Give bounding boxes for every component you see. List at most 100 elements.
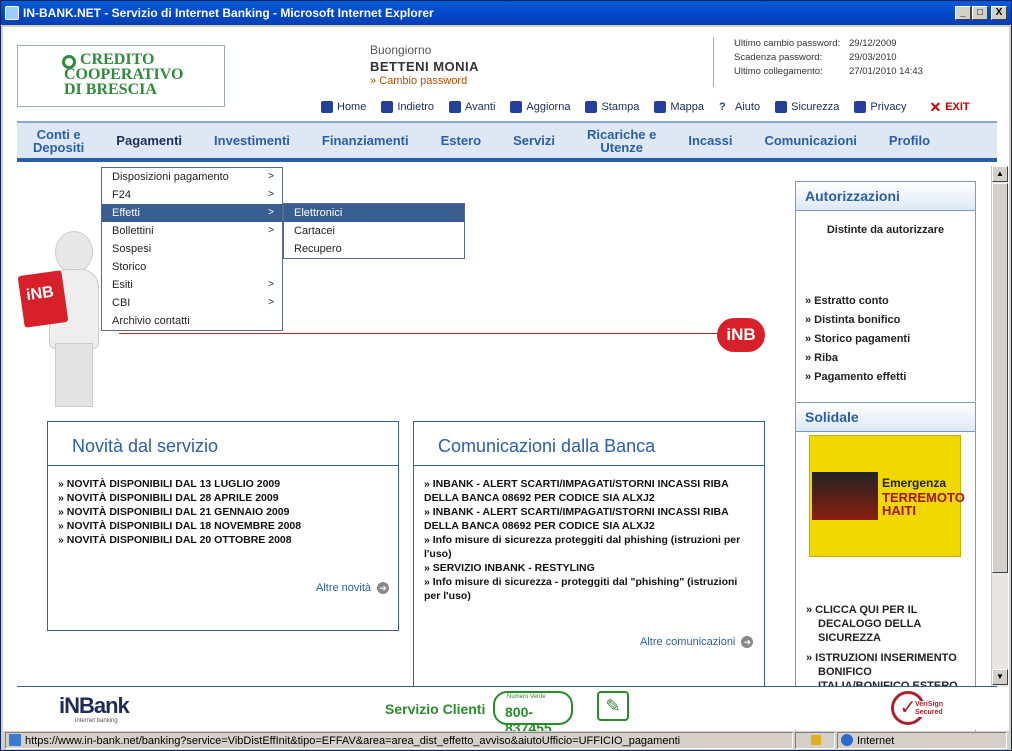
news-item[interactable]: » NOVITÀ DISPONIBILI DAL 20 OTTOBRE 2008 (58, 533, 398, 547)
forward-link[interactable]: Avanti (449, 101, 495, 113)
solidale-title: Solidale (796, 403, 975, 432)
menu-ricariche[interactable]: Ricariche e Utenze (571, 128, 672, 154)
link-estratto-conto[interactable]: » Estratto conto (796, 292, 975, 311)
forward-label: Avanti (465, 101, 496, 113)
vertical-scrollbar[interactable]: ▲ ▼ (991, 166, 1008, 687)
exit-label: EXIT (945, 101, 970, 113)
communication-item[interactable]: » SERVIZIO INBANK - RESTYLING (424, 561, 754, 575)
news-item[interactable]: » NOVITÀ DISPONIBILI DAL 18 NOVEMBRE 200… (58, 519, 398, 533)
help-icon: ? (719, 101, 726, 113)
logo-line-1: CREDITO (80, 51, 155, 68)
print-link[interactable]: Stampa (585, 101, 639, 113)
communication-item[interactable]: » INBANK - ALERT SCARTI/IMPAGATI/STORNI … (424, 505, 754, 533)
submenu-item[interactable]: Recupero (284, 240, 464, 258)
page-footer: iNBank internet banking Servizio Clienti… (17, 686, 997, 731)
news-item[interactable]: » NOVITÀ DISPONIBILI DAL 13 LUGLIO 2009 (58, 477, 398, 491)
back-arrow-icon (381, 101, 394, 113)
dropdown-item[interactable]: Storico (102, 258, 282, 276)
contact-form-icon[interactable]: ✎ (597, 691, 629, 721)
dropdown-item[interactable]: Bollettini > (102, 222, 282, 240)
user-name: BETTENI MONIA (370, 59, 480, 74)
menu-pagamenti[interactable]: Pagamenti (100, 134, 198, 147)
browser-window: IN-BANK.NET - Servizio di Internet Banki… (0, 0, 1012, 751)
dropdown-label: Effetti (112, 207, 140, 219)
home-label: Home (337, 101, 367, 113)
maximize-button[interactable]: □ (972, 6, 988, 20)
pagamenti-dropdown: Disposizioni pagamento > F24 > Effetti > Bo… (101, 167, 283, 331)
dropdown-item[interactable]: Sospesi (102, 240, 282, 258)
main-menu: Conti e Depositi Pagamenti Investimenti F… (17, 121, 997, 162)
news-item[interactable]: » NOVITÀ DISPONIBILI DAL 28 APRILE 2009 (58, 491, 398, 505)
link-security-decalogue[interactable]: » CLICCA QUI PER IL DECALOGO DELLA SICUR… (796, 603, 966, 645)
communication-item[interactable]: » Info misure di sicurezza proteggiti da… (424, 533, 754, 561)
security-label: Sicurezza (791, 101, 840, 113)
change-password-link[interactable]: » Cambio password (370, 75, 479, 87)
more-news-link[interactable]: Altre novità ➜ (316, 582, 390, 594)
dropdown-label: CBI (112, 297, 131, 309)
bank-logo[interactable]: CREDITO COOPERATIVO DI BRESCIA (17, 45, 225, 107)
haiti-banner[interactable]: Emergenza TERREMOTO HAITI (809, 435, 965, 557)
status-url: https://www.in-bank.net/banking?service=… (5, 732, 793, 749)
dropdown-item[interactable]: CBI > (102, 294, 282, 312)
minimize-button[interactable]: _ (955, 6, 971, 20)
menu-incassi[interactable]: Incassi (672, 134, 748, 147)
verisign-seal[interactable]: ✓ VeriSign Secured (891, 691, 951, 725)
dropdown-item-selected[interactable]: Effetti > (102, 204, 282, 222)
communications-title: Comunicazioni dalla Banca (414, 422, 764, 466)
help-link[interactable]: ? Aiuto (719, 101, 760, 113)
close-button[interactable]: X (991, 6, 1007, 20)
menu-label: Conti e (36, 126, 81, 142)
link-riba[interactable]: » Riba (796, 349, 975, 368)
news-item[interactable]: » NOVITÀ DISPONIBILI DAL 21 GENNAIO 2009 (58, 505, 398, 519)
verisign-label: VeriSign Secured (915, 701, 951, 717)
back-label: Indietro (397, 101, 435, 113)
chevron-right-icon: > (268, 297, 274, 308)
status-lock (795, 732, 835, 749)
map-link[interactable]: Mappa (654, 101, 704, 113)
forward-arrow-icon (449, 101, 462, 113)
communication-item[interactable]: » Info misure di sicurezza - proteggiti … (424, 575, 754, 603)
menu-finanziamenti[interactable]: Finanziamenti (306, 134, 425, 147)
exit-link[interactable]: ✕ EXIT (929, 100, 970, 114)
menu-profilo[interactable]: Profilo (873, 134, 946, 147)
status-zone-text: Internet (857, 735, 895, 747)
dropdown-label: Storico (112, 261, 147, 273)
menu-investimenti[interactable]: Investimenti (198, 134, 306, 147)
dropdown-item[interactable]: Archivio contatti (102, 312, 282, 330)
scroll-thumb[interactable] (992, 183, 1008, 573)
privacy-icon (854, 101, 867, 113)
more-communications-link[interactable]: Altre comunicazioni ➜ (640, 636, 754, 648)
more-communications-label: Altre comunicazioni (640, 636, 736, 648)
submenu-label: Cartacei (294, 225, 335, 237)
last-pw-change-value: 29/12/2009 (849, 38, 897, 49)
printer-icon (585, 101, 598, 113)
submenu-item[interactable]: Cartacei (284, 222, 464, 240)
submenu-item-selected[interactable]: Elettronici (284, 204, 464, 222)
dropdown-item[interactable]: Esiti > (102, 276, 282, 294)
privacy-link[interactable]: Privacy (854, 101, 906, 113)
link-storico-pagamenti[interactable]: » Storico pagamenti (796, 330, 975, 349)
home-icon (321, 101, 333, 113)
refresh-link[interactable]: Aggiorna (510, 101, 570, 113)
menu-estero[interactable]: Estero (425, 134, 497, 147)
banner-line-2: TERREMOTO HAITI (882, 490, 965, 518)
menu-label: Depositi (33, 139, 85, 155)
back-link[interactable]: Indietro (381, 101, 434, 113)
link-distinta-bonifico[interactable]: » Distinta bonifico (796, 311, 975, 330)
greeting: Buongiorno BETTENI MONIA » Cambio passwo… (370, 43, 479, 87)
phone-badge[interactable]: Numero Verde 800-837455 (493, 691, 573, 731)
scroll-down-icon[interactable]: ▼ (992, 669, 1008, 685)
dropdown-item[interactable]: Disposizioni pagamento > (102, 168, 282, 186)
link-pagamento-effetti[interactable]: » Pagamento effetti (796, 368, 975, 387)
dropdown-item[interactable]: F24 > (102, 186, 282, 204)
arrow-right-icon: ➜ (741, 636, 754, 648)
menu-conti[interactable]: Conti e Depositi (17, 128, 100, 154)
dropdown-label: Bollettini (112, 225, 154, 237)
security-link[interactable]: Sicurezza (775, 101, 839, 113)
dropdown-label: Esiti (112, 279, 133, 291)
menu-servizi[interactable]: Servizi (497, 134, 571, 147)
home-link[interactable]: Home (321, 101, 366, 113)
scroll-up-icon[interactable]: ▲ (992, 166, 1008, 182)
menu-comunicazioni[interactable]: Comunicazioni (748, 134, 872, 147)
communication-item[interactable]: » INBANK - ALERT SCARTI/IMPAGATI/STORNI … (424, 477, 754, 505)
